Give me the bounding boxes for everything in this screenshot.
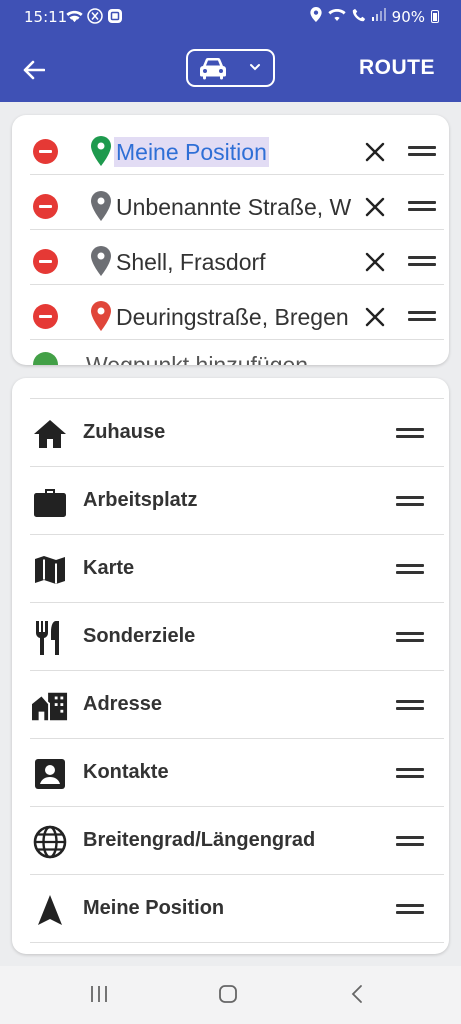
recent-apps-icon (91, 986, 107, 1002)
source-label: Kontakte (83, 761, 169, 783)
tile-app-icon (107, 8, 123, 28)
waypoint-input[interactable]: Deuringstraße, Bregen (116, 302, 366, 332)
source-item-address[interactable]: Adresse (30, 671, 444, 739)
status-left-icons (66, 8, 123, 28)
contact-icon (32, 757, 68, 791)
drag-handle-icon[interactable] (396, 426, 424, 440)
building-icon (32, 689, 68, 723)
source-item-coordinates[interactable]: Breitengrad/Längengrad (30, 807, 444, 875)
system-navigation-bar (0, 966, 461, 1024)
drag-handle-icon[interactable] (396, 630, 424, 644)
status-time: 15:11 (24, 8, 68, 26)
drag-handle-icon[interactable] (396, 494, 424, 508)
location-pin-icon (91, 191, 111, 221)
remove-waypoint-button[interactable] (33, 194, 58, 219)
source-label: Sonderziele (83, 625, 196, 647)
drag-handle-icon[interactable] (408, 144, 436, 158)
source-item-home[interactable]: Zuhause (30, 399, 444, 467)
waypoint-input[interactable]: Unbenannte Straße, W (116, 192, 366, 222)
wifi-icon (66, 10, 83, 27)
home-nav-button[interactable] (213, 982, 243, 1006)
globe-icon (32, 825, 68, 859)
waypoint-row: Deuringstraße, Bregen (30, 285, 444, 340)
status-bar: 15:11 90% (0, 0, 461, 36)
drag-handle-icon[interactable] (396, 698, 424, 712)
battery-icon (431, 10, 439, 23)
drag-handle-icon[interactable] (408, 199, 436, 213)
navigation-arrow-icon (32, 893, 68, 927)
add-waypoint-label: Wegpunkt hinzufügen (86, 352, 309, 365)
location-pin-icon (91, 136, 111, 166)
close-icon[interactable] (364, 251, 386, 273)
drag-handle-icon[interactable] (396, 766, 424, 780)
chevron-down-icon (250, 64, 260, 71)
arrow-left-icon (23, 60, 45, 80)
drag-handle-icon[interactable] (396, 562, 424, 576)
waypoints-card: Meine Position Unbenannte Straße, W Shel… (12, 115, 449, 365)
source-label: Zuhause (83, 421, 166, 443)
location-pin-icon (91, 301, 111, 331)
source-item-contacts[interactable]: Kontakte (30, 739, 444, 807)
location-icon (310, 7, 322, 26)
source-label: Breitengrad/Längengrad (83, 829, 316, 851)
drag-handle-icon[interactable] (396, 902, 424, 916)
battery-percent: 90% (391, 7, 425, 26)
source-item-work[interactable]: Arbeitsplatz (30, 467, 444, 535)
drag-handle-icon[interactable] (408, 309, 436, 323)
back-nav-button[interactable] (342, 982, 372, 1006)
car-icon (200, 57, 226, 80)
briefcase-icon (32, 485, 68, 519)
drag-handle-icon[interactable] (408, 254, 436, 268)
call-icon (352, 8, 366, 26)
waypoint-input[interactable]: Meine Position (114, 137, 269, 167)
source-item-poi[interactable]: Sonderziele (30, 603, 444, 671)
back-nav-icon (351, 985, 362, 1003)
home-button-icon (219, 985, 237, 1003)
waypoint-row: Meine Position (30, 120, 444, 175)
source-label: Meine Position (83, 897, 225, 919)
close-icon[interactable] (364, 306, 386, 328)
remove-waypoint-button[interactable] (33, 249, 58, 274)
back-button[interactable] (16, 52, 52, 88)
drag-handle-icon[interactable] (396, 834, 424, 848)
waypoint-row: Unbenannte Straße, W (30, 175, 444, 230)
recent-apps-button[interactable] (84, 982, 114, 1006)
app-header: 15:11 90% ROUTE (0, 0, 461, 102)
wifi-call-icon (328, 8, 346, 26)
source-label: Adresse (83, 693, 162, 715)
waypoint-row: Shell, Frasdorf (30, 230, 444, 285)
x-app-icon (87, 8, 103, 28)
home-icon (32, 417, 68, 451)
remove-waypoint-button[interactable] (33, 304, 58, 329)
add-waypoint-icon (33, 352, 58, 365)
source-item-map[interactable]: Karte (30, 535, 444, 603)
location-pin-icon (91, 246, 111, 276)
source-label: Karte (83, 557, 135, 579)
app-bar: ROUTE (0, 36, 461, 102)
source-item-my-position[interactable]: Meine Position (30, 875, 444, 943)
route-button[interactable]: ROUTE (359, 56, 435, 80)
location-sources-card: Zuhause Arbeitsplatz Karte Sonderziele A… (12, 378, 449, 954)
restaurant-icon (32, 621, 68, 655)
add-waypoint-row[interactable]: Wegpunkt hinzufügen (30, 352, 444, 365)
map-icon (32, 553, 68, 587)
waypoint-input[interactable]: Shell, Frasdorf (116, 247, 366, 277)
signal-icon (371, 8, 386, 25)
close-icon[interactable] (364, 196, 386, 218)
status-right-icons: 90% (310, 7, 439, 26)
transport-mode-select[interactable] (186, 49, 275, 87)
close-icon[interactable] (364, 141, 386, 163)
remove-waypoint-button[interactable] (33, 139, 58, 164)
source-label: Arbeitsplatz (83, 489, 198, 511)
